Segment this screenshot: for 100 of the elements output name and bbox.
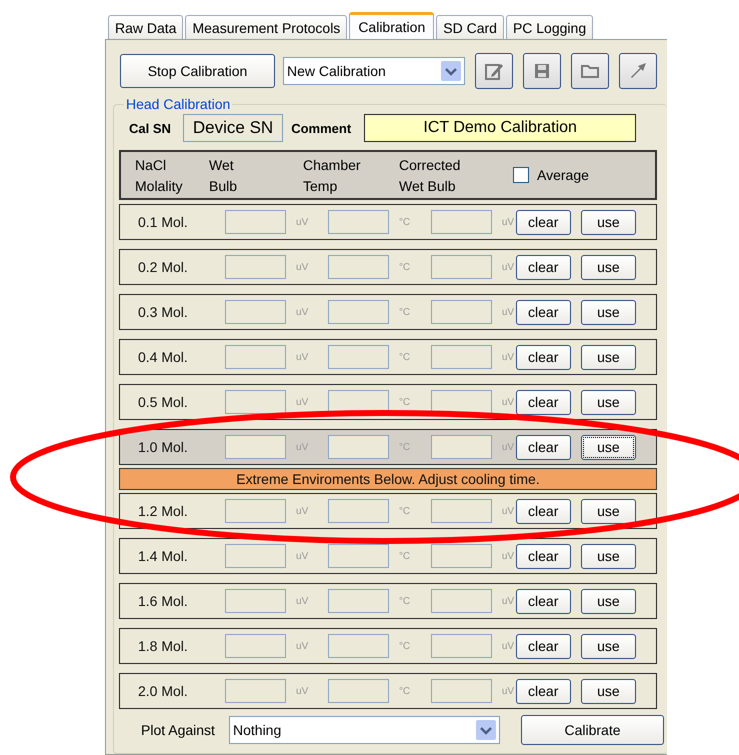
unit-label: uV bbox=[296, 596, 310, 606]
unit-label: °C bbox=[398, 506, 412, 516]
use-button[interactable]: use bbox=[580, 434, 636, 460]
plot-against-dropdown[interactable]: Nothing bbox=[229, 716, 500, 744]
clear-button[interactable]: clear bbox=[516, 210, 571, 234]
input-field[interactable] bbox=[328, 435, 389, 459]
unit-label: uV bbox=[296, 506, 310, 516]
input-field[interactable] bbox=[328, 634, 389, 658]
input-field[interactable] bbox=[430, 544, 492, 568]
stop-calibration-button[interactable]: Stop Calibration bbox=[120, 54, 275, 88]
clear-button[interactable]: clear bbox=[516, 434, 571, 460]
use-button[interactable]: use bbox=[580, 634, 636, 658]
input-field[interactable] bbox=[328, 679, 389, 703]
unit-label: uV bbox=[502, 306, 516, 318]
molality-label: 0.5 Mol. bbox=[138, 394, 189, 410]
input-field[interactable] bbox=[430, 345, 492, 369]
device-sn-field[interactable]: Device SN bbox=[182, 114, 284, 142]
molality-label: 1.4 Mol. bbox=[138, 548, 189, 564]
folder-icon bbox=[580, 63, 600, 79]
use-button[interactable]: use bbox=[580, 588, 636, 614]
use-button[interactable]: use bbox=[580, 498, 636, 524]
unit-label: uV bbox=[296, 442, 310, 452]
input-field[interactable] bbox=[430, 210, 492, 234]
unit-label: °C bbox=[398, 352, 412, 362]
input-field[interactable] bbox=[224, 390, 286, 414]
use-button[interactable]: use bbox=[580, 300, 636, 324]
clear-button[interactable]: clear bbox=[516, 344, 571, 370]
column-header: Molality bbox=[135, 178, 184, 194]
molality-label: 1.8 Mol. bbox=[138, 638, 189, 654]
molality-label: 0.3 Mol. bbox=[138, 304, 189, 320]
calibrate-button[interactable]: Calibrate bbox=[521, 715, 664, 745]
use-button[interactable]: use bbox=[580, 390, 636, 414]
input-field[interactable] bbox=[430, 634, 492, 658]
clear-button[interactable]: clear bbox=[516, 498, 571, 524]
field-label: Plot Against bbox=[141, 722, 216, 738]
input-field[interactable] bbox=[328, 210, 389, 234]
tab[interactable]: PC Logging bbox=[506, 15, 594, 39]
unit-label: uV bbox=[502, 216, 516, 228]
molality-label: 1.6 Mol. bbox=[138, 593, 189, 609]
column-header: Bulb bbox=[209, 178, 238, 194]
use-button[interactable]: use bbox=[580, 210, 636, 234]
input-field[interactable] bbox=[224, 679, 286, 703]
use-button[interactable]: use bbox=[580, 254, 636, 280]
export-button[interactable] bbox=[619, 53, 657, 89]
clear-button[interactable]: clear bbox=[516, 634, 571, 658]
clear-button[interactable]: clear bbox=[516, 544, 571, 568]
input-field[interactable] bbox=[328, 255, 389, 279]
comment-field[interactable]: ICT Demo Calibration bbox=[364, 114, 636, 142]
clear-button[interactable]: clear bbox=[516, 300, 571, 324]
tab[interactable]: SD Card bbox=[436, 15, 504, 39]
input-field[interactable] bbox=[430, 300, 492, 324]
unit-label: uV bbox=[296, 640, 310, 652]
input-field[interactable] bbox=[328, 345, 389, 369]
save-icon bbox=[533, 62, 551, 80]
tab[interactable]: Measurement Protocols bbox=[185, 15, 348, 39]
input-field[interactable] bbox=[224, 589, 286, 613]
input-field[interactable] bbox=[430, 390, 492, 414]
input-field[interactable] bbox=[430, 499, 492, 523]
input-field[interactable] bbox=[430, 435, 492, 459]
input-field[interactable] bbox=[224, 210, 286, 234]
unit-label: uV bbox=[502, 352, 516, 362]
unit-label: uV bbox=[502, 262, 516, 272]
tab[interactable]: Raw Data bbox=[108, 15, 184, 39]
clear-button[interactable]: clear bbox=[516, 678, 571, 704]
column-header: Wet bbox=[209, 156, 235, 172]
clear-button[interactable]: clear bbox=[516, 588, 571, 614]
tab[interactable]: Calibration bbox=[349, 12, 434, 39]
edit-icon bbox=[484, 61, 504, 81]
unit-label: °C bbox=[398, 686, 412, 696]
molality-label: 0.4 Mol. bbox=[138, 349, 189, 365]
input-field[interactable] bbox=[430, 255, 492, 279]
calibration-dropdown[interactable]: New Calibration bbox=[283, 57, 465, 85]
unit-label: uV bbox=[296, 686, 310, 696]
clear-button[interactable]: clear bbox=[516, 254, 571, 280]
input-field[interactable] bbox=[224, 499, 286, 523]
field-label: Comment bbox=[291, 120, 352, 136]
use-button[interactable]: use bbox=[580, 544, 636, 568]
input-field[interactable] bbox=[224, 544, 286, 568]
input-field[interactable] bbox=[328, 499, 389, 523]
column-header: Wet Bulb bbox=[399, 178, 457, 194]
input-field[interactable] bbox=[224, 255, 286, 279]
input-field[interactable] bbox=[430, 679, 492, 703]
unit-label: uV bbox=[502, 640, 516, 652]
unit-label: uV bbox=[296, 306, 310, 318]
input-field[interactable] bbox=[430, 589, 492, 613]
save-button[interactable] bbox=[523, 53, 561, 89]
use-button[interactable]: use bbox=[580, 344, 636, 370]
input-field[interactable] bbox=[224, 345, 286, 369]
input-field[interactable] bbox=[328, 544, 389, 568]
input-field[interactable] bbox=[328, 589, 389, 613]
open-button[interactable] bbox=[571, 53, 609, 89]
clear-button[interactable]: clear bbox=[516, 390, 571, 414]
input-field[interactable] bbox=[224, 634, 286, 658]
edit-button[interactable] bbox=[475, 53, 513, 89]
checkbox[interactable] bbox=[513, 167, 529, 183]
unit-label: uV bbox=[502, 550, 516, 562]
input-field[interactable] bbox=[224, 435, 286, 459]
input-field[interactable] bbox=[328, 300, 389, 324]
use-button[interactable]: use bbox=[580, 678, 636, 704]
input-field[interactable] bbox=[224, 300, 286, 324]
